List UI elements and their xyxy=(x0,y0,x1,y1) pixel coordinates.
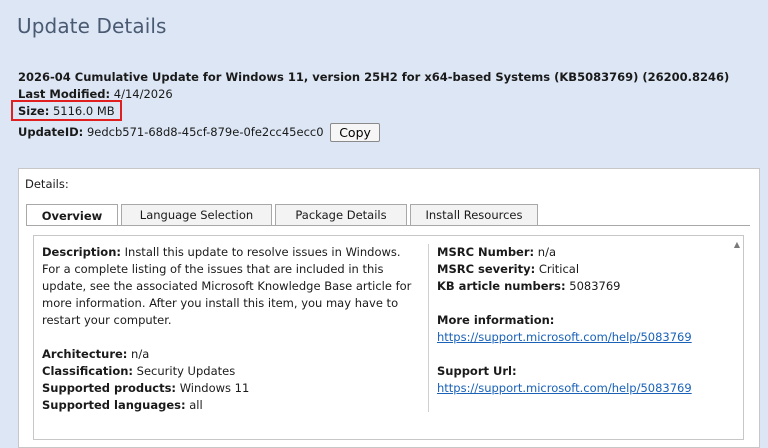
supported-languages: Supported languages: all xyxy=(42,397,420,414)
more-information-link[interactable]: https://support.microsoft.com/help/50837… xyxy=(437,330,692,344)
supported-languages-label: Supported languages: xyxy=(42,398,186,412)
overview-left-column: Description: Install this update to reso… xyxy=(42,244,420,414)
more-information-label: More information: xyxy=(437,313,555,327)
msrc-severity-label: MSRC severity: xyxy=(437,262,536,276)
msrc-severity: MSRC severity: Critical xyxy=(437,261,727,278)
update-id-row: UpdateID: 9edcb571-68d8-45cf-879e-0fe2cc… xyxy=(18,123,729,142)
column-divider xyxy=(428,244,429,412)
update-id-value: 9edcb571-68d8-45cf-879e-0fe2cc45ecc0 xyxy=(86,125,324,139)
tab-language-selection[interactable]: Language Selection xyxy=(121,204,272,225)
size-row: Size: 5116.0 MB xyxy=(11,100,729,121)
kb-label: KB article numbers: xyxy=(437,279,566,293)
classification-value: Security Updates xyxy=(136,364,236,378)
update-id-label: UpdateID: xyxy=(18,125,84,139)
description: Description: Install this update to reso… xyxy=(42,244,420,329)
classification-label: Classification: xyxy=(42,364,134,378)
architecture-value: n/a xyxy=(131,347,150,361)
update-summary: 2026-04 Cumulative Update for Windows 11… xyxy=(11,69,730,142)
supported-products-label: Supported products: xyxy=(42,381,177,395)
supported-products-value: Windows 11 xyxy=(179,381,250,395)
details-label: Details: xyxy=(25,177,69,191)
msrc-number-label: MSRC Number: xyxy=(437,245,535,259)
details-tabs: Overview Language Selection Package Deta… xyxy=(26,204,538,226)
supported-languages-value: all xyxy=(189,398,203,412)
classification: Classification: Security Updates xyxy=(42,363,420,380)
supported-products: Supported products: Windows 11 xyxy=(42,380,420,397)
last-modified-label: Last Modified: xyxy=(18,87,111,101)
support-url-label: Support Url: xyxy=(437,364,517,378)
overview-right-column: MSRC Number: n/a MSRC severity: Critical… xyxy=(437,244,727,397)
description-label: Description: xyxy=(42,245,121,259)
tab-package-details[interactable]: Package Details xyxy=(275,204,407,225)
msrc-severity-value: Critical xyxy=(538,262,580,276)
size-highlight-box xyxy=(11,100,122,121)
tab-install-resources[interactable]: Install Resources xyxy=(410,204,538,225)
details-panel: Details: Overview Language Selection Pac… xyxy=(18,168,760,448)
update-title: 2026-04 Cumulative Update for Windows 11… xyxy=(18,70,730,84)
last-modified-value: 4/14/2026 xyxy=(113,87,173,101)
scroll-up-arrow-icon[interactable]: ▲ xyxy=(734,240,740,249)
support-url-link[interactable]: https://support.microsoft.com/help/50837… xyxy=(437,381,692,395)
architecture-label: Architecture: xyxy=(42,347,128,361)
tab-overview[interactable]: Overview xyxy=(26,204,118,226)
msrc-number: MSRC Number: n/a xyxy=(437,244,727,261)
overview-content[interactable]: Description: Install this update to reso… xyxy=(33,235,744,440)
msrc-number-value: n/a xyxy=(537,245,556,259)
tab-divider xyxy=(26,225,750,226)
last-modified-row: Last Modified: 4/14/2026 xyxy=(18,86,729,103)
page-title: Update Details xyxy=(17,14,167,38)
kb-value: 5083769 xyxy=(569,279,621,293)
architecture: Architecture: n/a xyxy=(42,346,420,363)
kb-article-numbers: KB article numbers: 5083769 xyxy=(437,278,727,295)
copy-button[interactable]: Copy xyxy=(330,123,380,142)
